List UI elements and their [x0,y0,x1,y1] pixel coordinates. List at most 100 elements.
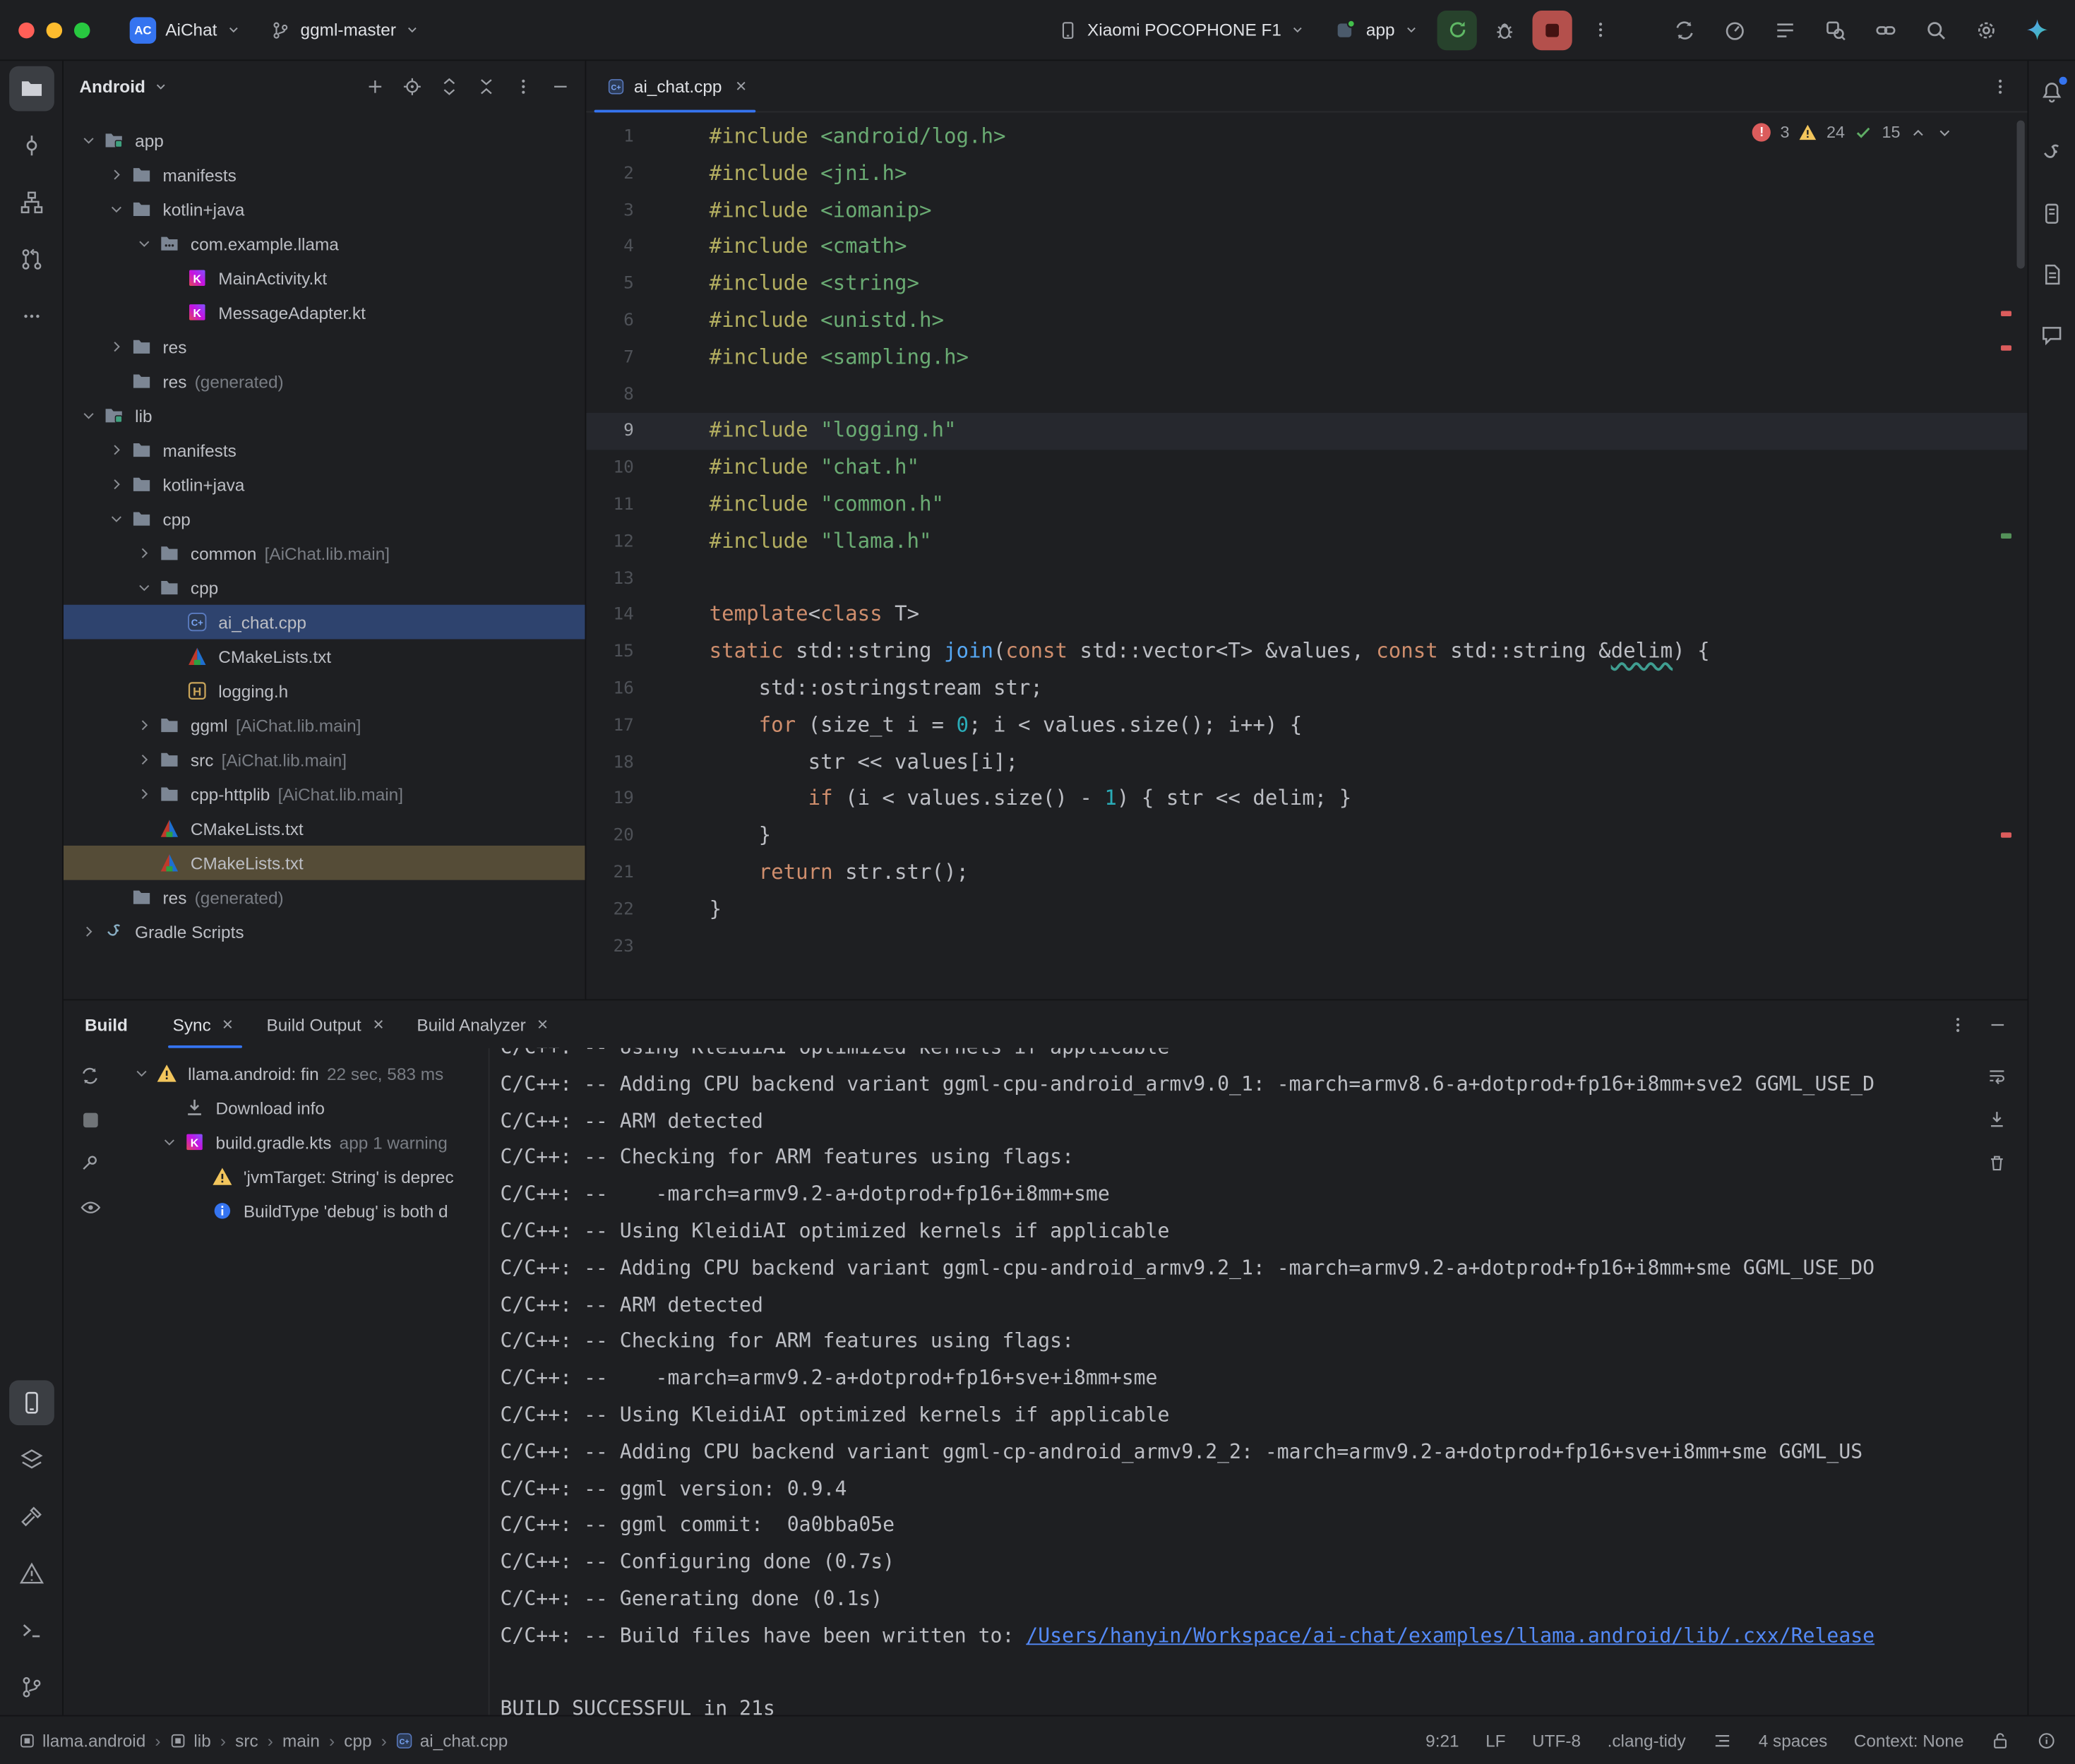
chevron-down-icon[interactable] [77,132,101,148]
project-options-kebab-button[interactable] [506,69,540,104]
chevron-right-icon[interactable] [104,339,128,354]
stop-app-button[interactable] [1533,10,1572,49]
project-tree-item-mainactivity.kt[interactable]: KMainActivity.kt [64,260,585,295]
build-tab-build-output[interactable]: Build Output [256,1000,399,1048]
breadcrumb-src[interactable]: src [235,1730,258,1750]
build-tree-item-llama.android-fin[interactable]: llama.android: fin22 sec, 583 ms [116,1056,489,1091]
build-options-kebab-button[interactable] [1940,1007,1975,1042]
close-tab-button[interactable] [369,1015,388,1033]
project-tree-item-com.example.llama[interactable]: com.example.llama [64,227,585,261]
gradle-sync-button[interactable] [1665,10,1704,49]
resync-button[interactable] [73,1059,107,1093]
problems-tool-button[interactable] [8,1551,54,1596]
editor-tab-ai-chat-cpp[interactable]: C+ ai_chat.cpp [586,60,763,112]
commit-tool-button[interactable] [8,123,54,168]
error-stripe-mark[interactable] [2001,345,2011,350]
expand-all-button[interactable] [431,69,466,104]
breadcrumb-cpp[interactable]: cpp [344,1730,371,1750]
code-style-icon[interactable] [1712,1730,1732,1750]
structure-tool-button[interactable] [8,180,54,225]
hide-build-panel-button[interactable] [1980,1007,2014,1042]
close-tab-button[interactable] [534,1015,552,1033]
build-tree-item--jvmtarget-string-is-deprec[interactable]: 'jvmTarget: String' is deprec [116,1159,489,1194]
chevron-right-icon[interactable] [132,717,156,733]
project-tree-item-cpp[interactable]: cpp [64,570,585,605]
chevron-down-icon[interactable] [104,511,128,527]
error-stripe-mark[interactable] [2001,832,2011,837]
logcat-button[interactable] [1765,10,1805,49]
app-inspection-button[interactable] [1816,10,1855,49]
project-tree-item-ai-chat.cpp[interactable]: C+ai_chat.cpp [64,605,585,640]
project-tree-item-messageadapter.kt[interactable]: KMessageAdapter.kt [64,295,585,330]
breadcrumb-ai-chat.cpp[interactable]: C+ai_chat.cpp [396,1730,508,1750]
device-explorer-tool-button[interactable] [2029,191,2074,236]
output-path-link[interactable]: /Users/hanyin/Workspace/ai-chat/examples… [1026,1624,1874,1648]
breadcrumb-llama.android[interactable]: llama.android [18,1730,145,1750]
project-tree-item-gradle-scripts[interactable]: Gradle Scripts [64,914,585,949]
soft-wrap-button[interactable] [1980,1059,2014,1093]
write-access-lock-icon[interactable] [1990,1730,2010,1750]
project-tree-item-res[interactable]: res(generated) [64,880,585,915]
chevron-down-icon[interactable] [130,1065,154,1081]
project-tree-item-cmakelists.txt[interactable]: CMakeLists.txt [64,846,585,880]
chevron-right-icon[interactable] [132,786,156,802]
editor-options-kebab-button[interactable] [1983,68,2017,103]
project-tree-item-cpp[interactable]: cpp [64,502,585,536]
pull-requests-tool-button[interactable] [8,237,54,282]
cursor-position-widget[interactable]: 9:21 [1425,1730,1459,1750]
project-tree-item-ggml[interactable]: ggml[AiChat.lib.main] [64,708,585,743]
build-console[interactable]: C/C++: -- Using KleidiAI optimized kerne… [490,1048,1967,1715]
project-tree-item-src[interactable]: src[AiChat.lib.main] [64,743,585,777]
indent-widget[interactable]: 4 spaces [1759,1730,1828,1750]
project-tree-item-cpp-httplib[interactable]: cpp-httplib[AiChat.lib.main] [64,776,585,811]
project-view-selector[interactable]: Android [79,77,167,97]
project-tree-item-res[interactable]: res [64,330,585,364]
close-tab-button[interactable] [731,77,750,95]
build-variants-tool-button[interactable] [8,1437,54,1482]
filter-warnings-button[interactable] [73,1189,107,1224]
notifications-tool-button[interactable] [2029,68,2074,114]
project-widget[interactable]: AC AiChat [119,10,251,49]
project-tree-item-kotlin+java[interactable]: kotlin+java [64,467,585,502]
run-config-selector[interactable]: app [1324,12,1429,48]
assistant-tool-button[interactable] [2029,251,2074,296]
search-everywhere-button[interactable] [1916,10,1956,49]
add-button[interactable] [357,69,392,104]
chevron-right-icon[interactable] [104,476,128,492]
device-selector[interactable]: Xiaomi POCOPHONE F1 [1046,13,1316,47]
change-stripe-mark[interactable] [2001,534,2011,539]
hide-panel-button[interactable] [542,69,577,104]
clang-tidy-widget[interactable]: .clang-tidy [1608,1730,1686,1750]
rerun-app-button[interactable] [1437,10,1477,49]
gemini-button[interactable] [2017,10,2057,49]
chevron-down-icon[interactable] [77,407,101,423]
project-tree-item-res[interactable]: res(generated) [64,364,585,399]
chevron-right-icon[interactable] [104,442,128,457]
run-options-kebab-button[interactable] [1580,10,1620,49]
chevron-right-icon[interactable] [132,752,156,767]
breadcrumb-main[interactable]: main [282,1730,320,1750]
zoom-window-button[interactable] [74,22,90,37]
debug-app-button[interactable] [1485,10,1524,49]
gradle-tool-button[interactable] [2029,130,2074,175]
scroll-to-end-button[interactable] [1980,1103,2014,1137]
collapse-all-button[interactable] [469,69,503,104]
version-control-tool-button[interactable] [8,1664,54,1710]
branch-widget[interactable]: ggml-master [259,13,430,47]
context-widget[interactable]: Context: None [1854,1730,1964,1750]
next-problem-chevron-icon[interactable] [1936,124,1953,140]
editor-scrollbar[interactable] [2017,121,2025,269]
close-tab-button[interactable] [219,1015,237,1033]
project-tool-button[interactable] [8,66,54,112]
project-tree-item-manifests[interactable]: manifests [64,433,585,467]
project-tree-item-cmakelists.txt[interactable]: CMakeLists.txt [64,639,585,673]
chevron-down-icon[interactable] [157,1134,181,1150]
status-info-icon[interactable] [2037,1730,2057,1750]
chevron-down-icon[interactable] [132,236,156,251]
pin-tab-button[interactable] [73,1146,107,1181]
settings-button[interactable] [1966,10,2006,49]
chevron-right-icon[interactable] [132,545,156,560]
locate-file-button[interactable] [395,69,429,104]
terminal-tool-button[interactable] [8,1608,54,1653]
stop-sync-button[interactable] [73,1103,107,1137]
